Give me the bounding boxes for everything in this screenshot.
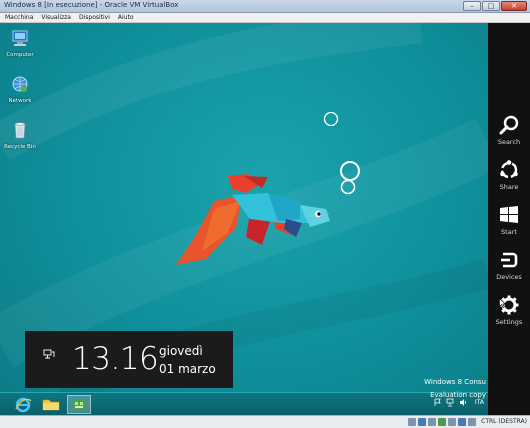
charm-label: Search — [497, 138, 521, 146]
menu-view[interactable]: Visualizza — [41, 13, 71, 22]
desktop-icon-computer[interactable]: Computer — [2, 29, 38, 58]
vm-statusbar: CTRL (DESTRA) — [0, 415, 530, 428]
clock-day: giovedì — [159, 344, 203, 358]
share-icon — [500, 160, 518, 179]
taskbar-app-active[interactable] — [67, 395, 91, 414]
optical-drive-indicator-icon[interactable] — [418, 418, 426, 426]
desktop-icon-label: Network — [8, 98, 32, 104]
vm-device-indicators — [408, 418, 476, 426]
shared-folders-indicator-icon[interactable] — [448, 418, 456, 426]
menu-help[interactable]: Aiuto — [118, 13, 134, 22]
computer-icon — [12, 30, 28, 46]
taskbar: ITA — [0, 392, 488, 415]
vm-window-titlebar[interactable]: Windows 8 [In esecuzione] - Oracle VM Vi… — [0, 0, 530, 13]
mouse-cursor-icon — [499, 298, 506, 308]
flag-icon[interactable] — [433, 398, 442, 407]
network-status-icon — [43, 349, 55, 359]
charm-settings[interactable]: Settings — [488, 290, 530, 334]
taskbar-internet-explorer[interactable] — [11, 395, 35, 414]
close-button[interactable]: ✕ — [501, 1, 527, 11]
charm-devices[interactable]: Devices — [488, 245, 530, 289]
search-icon — [499, 115, 519, 135]
input-language-indicator[interactable]: ITA — [475, 399, 484, 406]
system-tray: ITA — [433, 398, 484, 407]
watermark-line1: Windows 8 Consu — [424, 378, 486, 386]
guest-screen[interactable]: Computer Network Recycle Bin 13.16 giove… — [0, 23, 530, 415]
internet-explorer-icon — [15, 397, 32, 413]
mouse-integration-indicator-icon[interactable] — [468, 418, 476, 426]
window-title: Windows 8 [In esecuzione] - Oracle VM Vi… — [4, 1, 179, 9]
taskbar-file-explorer[interactable] — [39, 395, 63, 414]
windows-logo-icon — [500, 206, 518, 223]
lock-clock-panel: 13.16 giovedì 01 marzo — [25, 331, 233, 388]
desktop-icon-label: Computer — [6, 52, 34, 58]
vm-menubar: Macchina Visualizza Dispositivi Aiuto — [0, 13, 530, 23]
bubble-small — [323, 111, 339, 127]
network-indicator-icon[interactable] — [438, 418, 446, 426]
charm-search[interactable]: Search — [488, 110, 530, 154]
maximize-button[interactable]: □ — [482, 1, 500, 11]
volume-icon[interactable] — [459, 398, 468, 407]
clock-time: 13.16 — [72, 341, 159, 377]
desktop-icon-recycle-bin[interactable]: Recycle Bin — [2, 121, 38, 150]
network-icon — [12, 76, 28, 92]
menu-machine[interactable]: Macchina — [5, 13, 33, 22]
host-key-label: CTRL (DESTRA) — [481, 418, 527, 425]
charm-label: Start — [501, 228, 517, 236]
charm-start[interactable]: Start — [488, 200, 530, 244]
charm-label: Share — [499, 183, 519, 191]
usb-indicator-icon[interactable] — [428, 418, 436, 426]
menu-devices[interactable]: Dispositivi — [79, 13, 110, 22]
charm-label: Settings — [495, 318, 523, 326]
charms-bar: Search Share Start Devices Settings — [488, 23, 530, 415]
clock-date: 01 marzo — [159, 362, 216, 376]
network-tray-icon[interactable] — [446, 398, 455, 407]
charm-label: Devices — [496, 273, 522, 281]
minimize-button[interactable]: – — [463, 1, 481, 11]
store-app-icon — [73, 400, 85, 410]
desktop-icon-label: Recycle Bin — [4, 144, 36, 150]
harddisk-indicator-icon[interactable] — [408, 418, 416, 426]
recycle-bin-icon — [14, 122, 26, 139]
folder-icon — [42, 399, 60, 411]
display-indicator-icon[interactable] — [458, 418, 466, 426]
charm-share[interactable]: Share — [488, 155, 530, 199]
desktop-icon-network[interactable]: Network — [2, 75, 38, 104]
watermark-line2: Evaluation copy — [430, 391, 486, 399]
devices-icon — [501, 252, 518, 268]
